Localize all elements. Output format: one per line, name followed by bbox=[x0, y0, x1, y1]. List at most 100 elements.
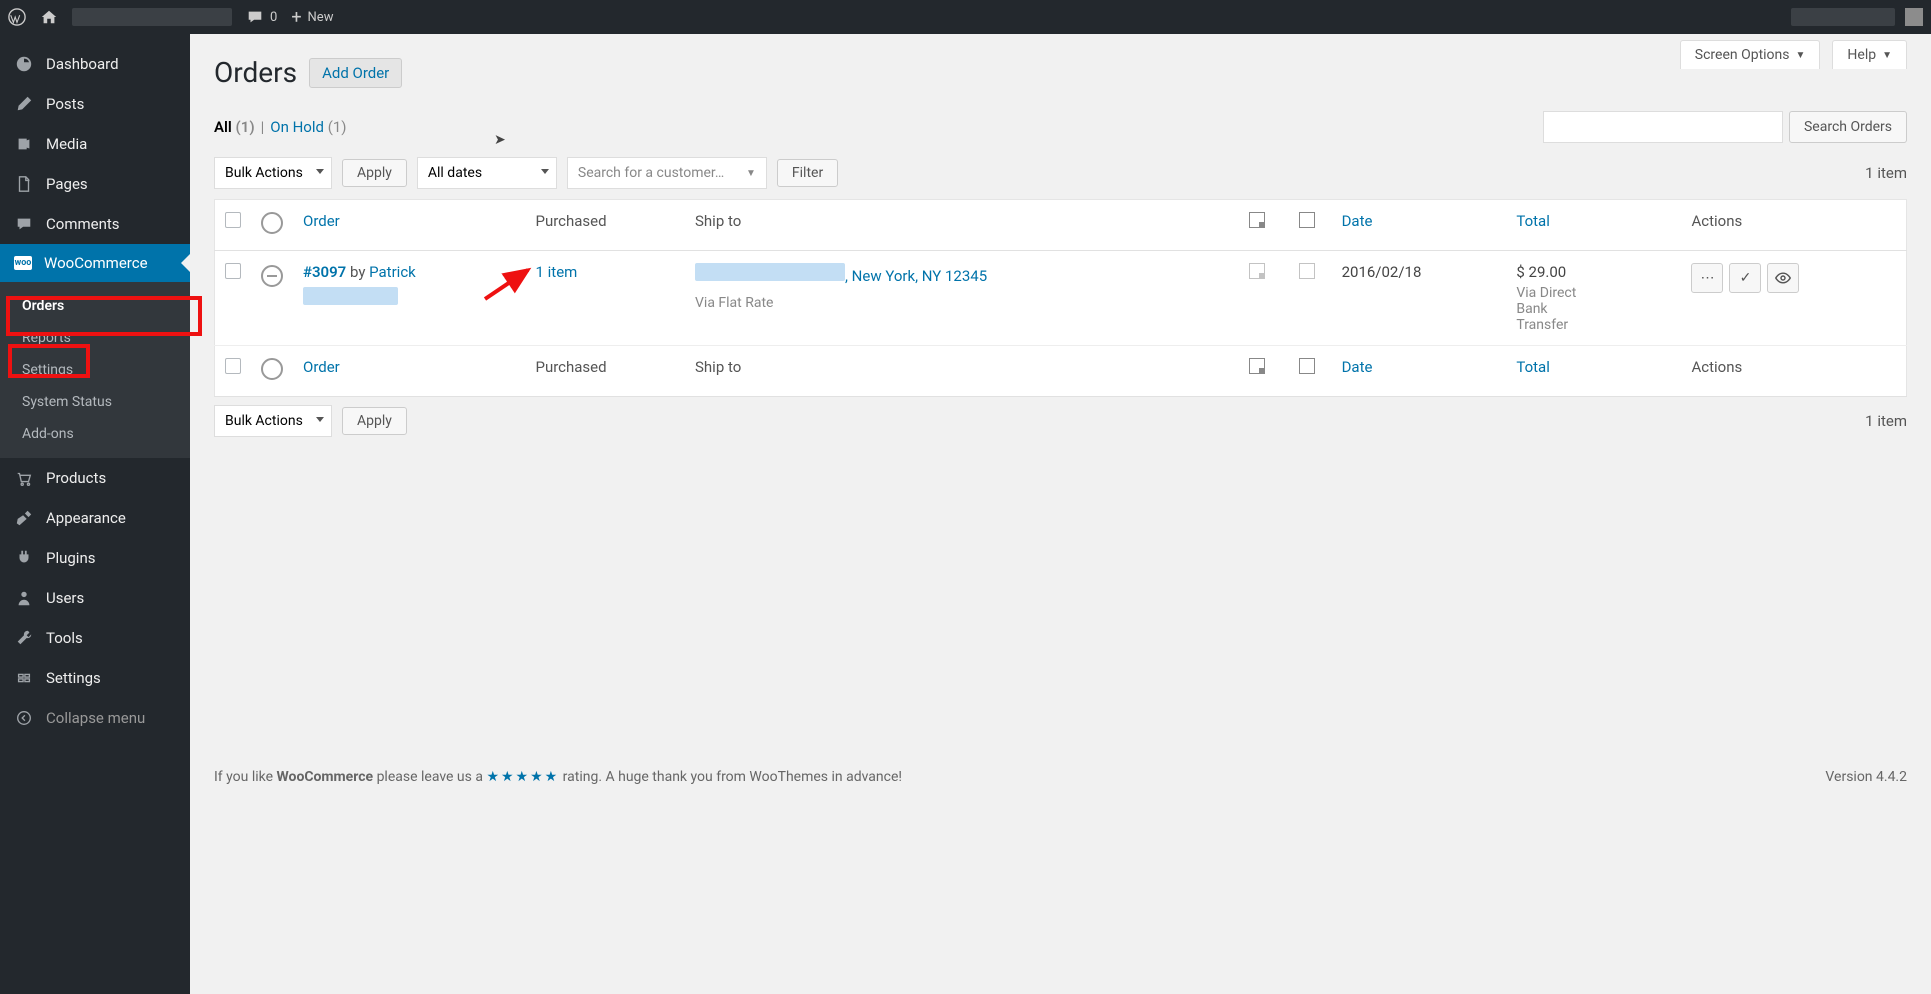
new-link[interactable]: + New bbox=[291, 7, 333, 28]
action-complete-button[interactable]: ✓ bbox=[1729, 263, 1761, 293]
comments-count: 0 bbox=[270, 10, 277, 25]
sidebar-item-pages[interactable]: Pages bbox=[0, 164, 190, 204]
admin-bar: 0 + New bbox=[0, 0, 1931, 34]
status-on-hold-icon bbox=[261, 265, 283, 287]
wp-logo[interactable] bbox=[8, 8, 26, 26]
collapse-menu[interactable]: Collapse menu bbox=[0, 698, 190, 738]
add-order-button[interactable]: Add Order bbox=[309, 58, 402, 88]
rating-stars-link[interactable]: ★★★★★ bbox=[486, 769, 559, 785]
action-more-button[interactable]: ⋯ bbox=[1691, 263, 1723, 293]
apply-bulk-button-bottom[interactable]: Apply bbox=[342, 407, 407, 435]
ship-name-redacted bbox=[695, 263, 845, 281]
order-total: $ 29.00 bbox=[1516, 263, 1671, 281]
tf-shipto: Ship to bbox=[685, 346, 1232, 397]
customer-search-select[interactable]: Search for a customer… bbox=[567, 157, 767, 189]
plugins-icon bbox=[14, 548, 34, 568]
new-label: New bbox=[308, 10, 334, 25]
submenu-orders[interactable]: Orders bbox=[0, 290, 190, 322]
dates-filter-select[interactable]: All dates bbox=[417, 157, 557, 189]
bulk-actions-select[interactable]: Bulk Actions bbox=[214, 157, 332, 189]
sidebar-item-label: Plugins bbox=[46, 549, 95, 567]
status-footer-icon bbox=[261, 358, 283, 380]
ship-address-link[interactable]: , New York, NY 12345 bbox=[845, 267, 987, 285]
th-total[interactable]: Total bbox=[1506, 200, 1681, 251]
sidebar-item-appearance[interactable]: Appearance bbox=[0, 498, 190, 538]
main-content: Screen Options▼ Help▼ Orders Add Order ➤… bbox=[190, 34, 1931, 994]
help-tab[interactable]: Help▼ bbox=[1832, 40, 1907, 69]
page-title: Orders bbox=[214, 56, 297, 89]
pages-icon bbox=[14, 174, 34, 194]
sidebar-item-media[interactable]: Media bbox=[0, 124, 190, 164]
sidebar-item-products[interactable]: Products bbox=[0, 458, 190, 498]
th-purchased: Purchased bbox=[525, 200, 685, 251]
tf-order[interactable]: Order bbox=[293, 346, 525, 397]
customer-link[interactable]: Patrick bbox=[369, 263, 416, 281]
th-actions: Actions bbox=[1681, 200, 1906, 251]
submenu-reports[interactable]: Reports bbox=[0, 322, 190, 354]
filter-button[interactable]: Filter bbox=[777, 159, 838, 187]
item-count-bottom: 1 item bbox=[1865, 412, 1907, 430]
comments-icon bbox=[14, 214, 34, 234]
sidebar-item-woocommerce[interactable]: woo WooCommerce bbox=[0, 244, 190, 282]
filter-on-hold[interactable]: On Hold (1) bbox=[270, 118, 346, 136]
select-all-checkbox[interactable] bbox=[225, 212, 241, 228]
sidebar-item-comments[interactable]: Comments bbox=[0, 204, 190, 244]
row-customer-note-icon[interactable] bbox=[1249, 263, 1265, 279]
collapse-label: Collapse menu bbox=[46, 709, 145, 727]
tf-actions: Actions bbox=[1681, 346, 1906, 397]
payment-method: Via Direct Bank Transfer bbox=[1516, 285, 1596, 333]
woocommerce-icon: woo bbox=[14, 256, 32, 270]
sidebar-item-users[interactable]: Users bbox=[0, 578, 190, 618]
filter-all[interactable]: All (1) bbox=[214, 118, 255, 136]
action-view-button[interactable] bbox=[1767, 263, 1799, 293]
order-number-link[interactable]: #3097 bbox=[303, 263, 346, 281]
screen-options-tab[interactable]: Screen Options▼ bbox=[1680, 40, 1821, 69]
tools-icon bbox=[14, 628, 34, 648]
th-order[interactable]: Order bbox=[293, 200, 525, 251]
site-name-redacted[interactable] bbox=[72, 8, 232, 26]
woocommerce-submenu: Orders Reports Settings System Status Ad… bbox=[0, 282, 190, 458]
sidebar-item-label: Media bbox=[46, 135, 87, 153]
media-icon bbox=[14, 134, 34, 154]
bulk-actions-select-bottom[interactable]: Bulk Actions bbox=[214, 405, 332, 437]
products-icon bbox=[14, 468, 34, 488]
status-filter-links: All (1) | On Hold (1) bbox=[214, 118, 346, 136]
comments-link[interactable]: 0 bbox=[246, 8, 277, 26]
th-date[interactable]: Date bbox=[1332, 200, 1507, 251]
user-name-redacted[interactable] bbox=[1791, 8, 1895, 26]
apply-bulk-button[interactable]: Apply bbox=[342, 159, 407, 187]
row-order-note-icon[interactable] bbox=[1299, 263, 1315, 279]
select-all-checkbox-bottom[interactable] bbox=[225, 358, 241, 374]
users-icon bbox=[14, 588, 34, 608]
customer-notes-icon-footer bbox=[1249, 358, 1265, 374]
submenu-addons[interactable]: Add-ons bbox=[0, 418, 190, 450]
ship-method: Via Flat Rate bbox=[695, 292, 1222, 314]
submenu-system-status[interactable]: System Status bbox=[0, 386, 190, 418]
status-header-icon bbox=[261, 212, 283, 234]
settings-icon bbox=[14, 668, 34, 688]
search-orders-input[interactable] bbox=[1543, 111, 1783, 143]
sidebar-item-label: Comments bbox=[46, 215, 120, 233]
admin-sidebar: Dashboard Posts Media Pages Comments woo… bbox=[0, 34, 190, 994]
customer-email-redacted[interactable] bbox=[303, 287, 398, 305]
admin-footer: If you like WooCommerce please leave us … bbox=[214, 757, 1907, 803]
posts-icon bbox=[14, 94, 34, 114]
submenu-settings[interactable]: Settings bbox=[0, 354, 190, 386]
search-orders-button[interactable]: Search Orders bbox=[1789, 111, 1907, 143]
item-count-top: 1 item bbox=[1865, 164, 1907, 182]
order-notes-icon bbox=[1299, 212, 1315, 228]
purchased-link[interactable]: 1 item bbox=[535, 263, 577, 281]
sidebar-item-dashboard[interactable]: Dashboard bbox=[0, 44, 190, 84]
sidebar-item-tools[interactable]: Tools bbox=[0, 618, 190, 658]
sidebar-item-plugins[interactable]: Plugins bbox=[0, 538, 190, 578]
home-icon[interactable] bbox=[40, 8, 58, 26]
sidebar-item-posts[interactable]: Posts bbox=[0, 84, 190, 124]
sidebar-item-settings[interactable]: Settings bbox=[0, 658, 190, 698]
row-checkbox[interactable] bbox=[225, 263, 241, 279]
order-notes-icon-footer bbox=[1299, 358, 1315, 374]
tf-date[interactable]: Date bbox=[1332, 346, 1507, 397]
sidebar-item-label: Users bbox=[46, 589, 84, 607]
orders-table: Order Purchased Ship to Date Total Actio… bbox=[214, 199, 1907, 397]
tf-total[interactable]: Total bbox=[1506, 346, 1681, 397]
avatar[interactable] bbox=[1905, 8, 1923, 26]
